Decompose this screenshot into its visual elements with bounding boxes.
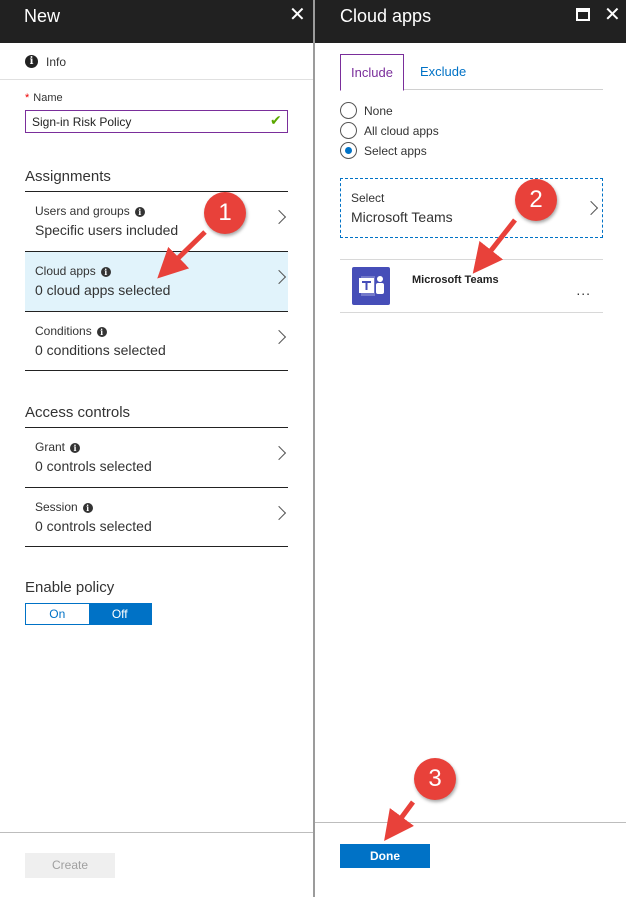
nav-item-label: Conditions i xyxy=(35,324,107,338)
nav-item-label: Users and groups i xyxy=(35,204,145,218)
nav-item-label: Session i xyxy=(35,500,93,514)
chevron-right-icon xyxy=(271,209,287,225)
more-options-icon[interactable]: ... xyxy=(576,282,591,298)
annotation-badge-2: 2 xyxy=(515,179,557,221)
select-label: Select xyxy=(351,191,385,205)
name-label: * Name xyxy=(25,92,63,104)
radio-label: Select apps xyxy=(364,144,427,158)
nav-item-value: 0 controls selected xyxy=(35,518,152,534)
assignments-heading: Assignments xyxy=(25,168,111,185)
footer-divider xyxy=(315,822,626,823)
microsoft-teams-icon xyxy=(352,267,390,305)
maximize-icon[interactable] xyxy=(576,8,590,21)
left-title-bar: New ✕ xyxy=(0,0,313,43)
required-mark: * xyxy=(25,92,30,104)
info-icon: i xyxy=(82,503,93,513)
radio-button[interactable] xyxy=(340,122,357,139)
tab-include[interactable]: Include xyxy=(340,54,404,91)
annotation-badge-3: 3 xyxy=(414,758,456,800)
nav-item-value: 0 conditions selected xyxy=(35,342,166,358)
info-icon: i xyxy=(100,267,111,277)
radio-button-checked[interactable] xyxy=(340,142,357,159)
footer-divider xyxy=(0,832,313,833)
info-row[interactable]: i Info xyxy=(0,49,313,80)
nav-item-value: 0 cloud apps selected xyxy=(35,282,171,298)
select-value: Microsoft Teams xyxy=(351,209,453,225)
access-controls-heading: Access controls xyxy=(25,404,131,421)
chevron-right-icon xyxy=(271,505,287,521)
enable-policy-heading: Enable policy xyxy=(25,579,115,596)
right-blade-title: Cloud apps xyxy=(340,6,432,26)
new-policy-blade: New ✕ i Info * Name Sign-in Risk Policy ✔… xyxy=(0,0,313,897)
info-icon: i xyxy=(70,443,81,453)
info-icon: i xyxy=(96,327,107,337)
done-button[interactable]: Done xyxy=(340,844,430,868)
info-icon: i xyxy=(25,55,38,68)
nav-item-label: Cloud apps i xyxy=(35,264,111,278)
nav-item-session[interactable]: Session i 0 controls selected xyxy=(25,487,288,547)
nav-item-users-and-groups[interactable]: Users and groups i Specific users include… xyxy=(25,191,288,251)
nav-item-value: 0 controls selected xyxy=(35,458,152,474)
chevron-right-icon xyxy=(583,200,599,216)
nav-item-cloud-apps[interactable]: Cloud apps i 0 cloud apps selected xyxy=(25,251,288,311)
chevron-right-icon xyxy=(271,329,287,345)
name-label-text: Name xyxy=(33,92,63,104)
toggle-off[interactable]: Off xyxy=(88,604,151,624)
tab-exclude[interactable]: Exclude xyxy=(410,54,476,90)
annotation-badge-1: 1 xyxy=(204,192,246,234)
info-icon: i xyxy=(134,207,145,217)
nav-item-grant[interactable]: Grant i 0 controls selected xyxy=(25,427,288,487)
name-input[interactable]: Sign-in Risk Policy xyxy=(25,110,288,133)
close-icon[interactable]: ✕ xyxy=(289,5,306,25)
enable-policy-toggle: On Off xyxy=(25,603,152,625)
checkmark-icon: ✔ xyxy=(270,112,282,128)
nav-item-label: Grant i xyxy=(35,440,81,454)
create-button[interactable]: Create xyxy=(25,853,115,878)
chevron-right-icon xyxy=(271,269,287,285)
radio-label: All cloud apps xyxy=(364,124,439,138)
chevron-right-icon xyxy=(271,445,287,461)
app-name: Microsoft Teams xyxy=(412,274,499,286)
nav-item-conditions[interactable]: Conditions i 0 conditions selected xyxy=(25,311,288,371)
select-apps-picker[interactable]: Select Microsoft Teams xyxy=(340,178,603,238)
info-label: Info xyxy=(46,55,67,69)
cloud-apps-blade: Cloud apps ✕ Include Exclude None All cl… xyxy=(315,0,626,897)
radio-button[interactable] xyxy=(340,102,357,119)
nav-item-value: Specific users included xyxy=(35,222,179,238)
left-blade-title: New xyxy=(24,6,61,26)
toggle-on[interactable]: On xyxy=(26,604,89,624)
radio-label: None xyxy=(364,104,393,118)
selected-app-row[interactable]: Microsoft Teams ... xyxy=(340,259,603,313)
right-title-bar: Cloud apps ✕ xyxy=(315,0,626,43)
include-exclude-tabs: Include Exclude xyxy=(340,54,603,91)
close-icon[interactable]: ✕ xyxy=(604,5,621,25)
